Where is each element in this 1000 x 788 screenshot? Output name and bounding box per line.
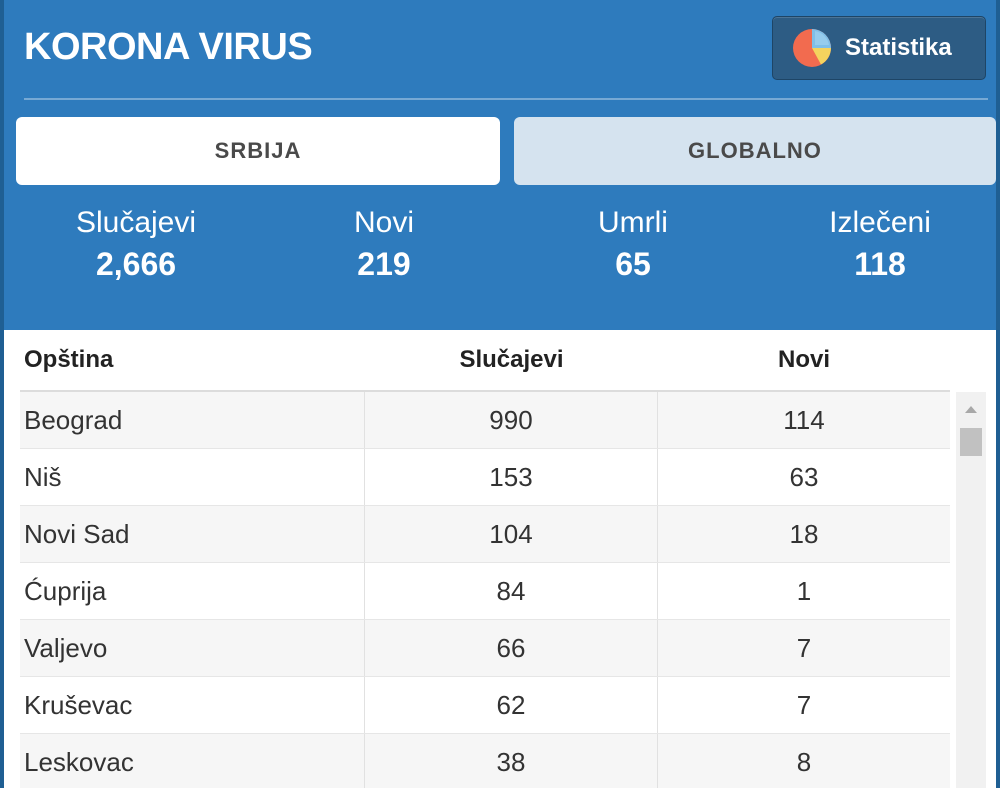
caret-up-icon — [965, 406, 977, 413]
stat-deaths-label: Umrli — [598, 206, 668, 239]
stat-cases-label: Slučajevi — [75, 206, 197, 239]
statistics-button[interactable]: Statistika — [772, 16, 986, 80]
table-row: Leskovac 38 8 — [20, 734, 950, 788]
table-body[interactable]: Beograd 990 114 Niš 153 63 Novi Sad 104 … — [20, 392, 950, 788]
cell-municipality: Niš — [20, 449, 365, 505]
cell-new: 7 — [796, 689, 812, 720]
header: KORONA VIRUS Statistika SRBIJA GLOBALNO … — [4, 0, 996, 330]
cell-cases: 84 — [365, 563, 658, 619]
cell-municipality: Ćuprija — [20, 563, 365, 619]
cell-new: 7 — [796, 632, 812, 663]
cell-cases: 38 — [365, 734, 658, 788]
table-row: Niš 153 63 — [20, 449, 950, 506]
table-row: Kruševac 62 7 — [20, 677, 950, 734]
cell-municipality: Valjevo — [20, 620, 365, 676]
stat-new: Novi 219 — [274, 206, 494, 283]
municipality-table: Opština Slučajevi Novi Beograd 990 114 N… — [4, 330, 996, 788]
cell-cases: 62 — [365, 677, 658, 733]
table-row: Novi Sad 104 18 — [20, 506, 950, 563]
stat-recovered: Izlečeni 118 — [770, 206, 990, 283]
stat-new-value: 219 — [357, 246, 411, 282]
corona-widget: KORONA VIRUS Statistika SRBIJA GLOBALNO … — [0, 0, 1000, 788]
stat-cases-value: 2,666 — [95, 246, 177, 282]
stat-recovered-label: Izlečeni — [829, 206, 931, 239]
stat-deaths: Umrli 65 — [523, 206, 743, 283]
cell-new: 63 — [789, 461, 819, 492]
statistics-button-label: Statistika — [845, 34, 952, 61]
stat-recovered-value: 118 — [854, 246, 906, 282]
cell-cases: 153 — [365, 449, 658, 505]
cell-cases: 990 — [365, 392, 658, 448]
tab-globalno[interactable]: GLOBALNO — [514, 117, 996, 185]
stat-new-label: Novi — [353, 206, 414, 239]
header-divider — [24, 98, 988, 100]
cell-municipality: Novi Sad — [20, 506, 365, 562]
table-header: Opština Slučajevi Novi — [20, 330, 950, 392]
cell-cases: 104 — [365, 506, 658, 562]
stat-cases: Slučajevi 2,666 — [26, 206, 246, 283]
cell-municipality: Beograd — [20, 392, 365, 448]
cell-municipality: Kruševac — [20, 677, 365, 733]
pie-chart-icon — [793, 29, 831, 67]
stat-deaths-value: 65 — [615, 246, 651, 282]
cell-new: 18 — [789, 518, 819, 549]
table-row: Beograd 990 114 — [20, 392, 950, 449]
column-header-cases[interactable]: Slučajevi — [365, 346, 658, 374]
table-row: Ćuprija 84 1 — [20, 563, 950, 620]
table-scrollbar[interactable] — [956, 392, 986, 788]
page-title: KORONA VIRUS — [24, 26, 313, 68]
cell-municipality: Leskovac — [20, 734, 365, 788]
tab-srbija[interactable]: SRBIJA — [16, 117, 500, 185]
cell-new: 114 — [783, 404, 825, 435]
column-header-municipality[interactable]: Opština — [20, 346, 365, 374]
scrollbar-thumb[interactable] — [960, 428, 982, 456]
table-row: Valjevo 66 7 — [20, 620, 950, 677]
cell-new: 8 — [796, 746, 812, 777]
cell-new: 1 — [796, 575, 812, 606]
column-header-new[interactable]: Novi — [658, 346, 950, 374]
summary-stats: Slučajevi 2,666 Novi 219 Umrli 65 Izleče… — [4, 206, 996, 306]
scroll-up-button[interactable] — [956, 400, 986, 418]
cell-cases: 66 — [365, 620, 658, 676]
